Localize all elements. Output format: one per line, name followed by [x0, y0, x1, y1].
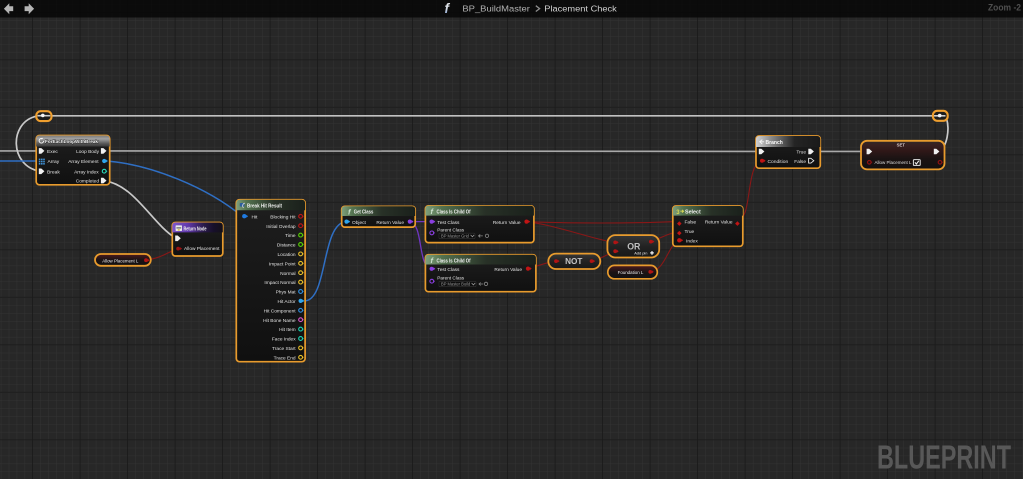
svg-text:Class Is Child Of: Class Is Child Of — [437, 258, 471, 264]
svg-text:Hit Component: Hit Component — [264, 308, 297, 314]
svg-text:SET: SET — [897, 142, 906, 147]
svg-text:Object: Object — [352, 220, 367, 226]
svg-text:Return Value: Return Value — [705, 220, 733, 226]
svg-text:Face Index: Face Index — [272, 337, 296, 343]
svg-text:Array: Array — [48, 159, 60, 165]
svg-text:False: False — [685, 220, 697, 226]
svg-text:Hit Actor: Hit Actor — [277, 299, 296, 305]
svg-text:Time: Time — [285, 233, 296, 239]
svg-text:NOT: NOT — [565, 257, 582, 266]
svg-text:BP_BuildMaster: BP_BuildMaster — [462, 4, 530, 13]
svg-text:Parent Class: Parent Class — [437, 228, 464, 233]
svg-text:Foundation L: Foundation L — [618, 270, 644, 275]
svg-text:Get Class: Get Class — [354, 210, 374, 216]
svg-text:Hit: Hit — [252, 214, 259, 220]
svg-text:Index: Index — [686, 239, 698, 245]
svg-text:Class Is Child Of: Class Is Child Of — [437, 209, 471, 215]
svg-text:Allow Placement L: Allow Placement L — [875, 160, 913, 165]
svg-text:Location: Location — [277, 252, 295, 258]
svg-text:Phys Mat: Phys Mat — [276, 290, 297, 296]
svg-text:Trace Start: Trace Start — [272, 346, 296, 352]
svg-text:Break: Break — [47, 169, 60, 175]
svg-text:Loop Body: Loop Body — [76, 149, 100, 155]
svg-text:Blocking Hit: Blocking Hit — [270, 214, 296, 220]
svg-text:True: True — [685, 229, 695, 235]
svg-text:Return Value: Return Value — [494, 267, 522, 273]
svg-text:Condition: Condition — [768, 159, 789, 165]
svg-text:Return Node: Return Node — [184, 226, 207, 232]
svg-text:Allow Placement L: Allow Placement L — [102, 258, 139, 263]
svg-text:False: False — [794, 159, 806, 165]
svg-text:Array Index: Array Index — [74, 169, 99, 175]
svg-text:Completed: Completed — [76, 179, 100, 185]
svg-text:Exec: Exec — [47, 149, 58, 155]
svg-text:Distance: Distance — [277, 243, 296, 249]
svg-text:Return Value: Return Value — [376, 220, 404, 226]
svg-text:Hit Bone Name: Hit Bone Name — [263, 318, 296, 324]
svg-text:Initial Overlap: Initial Overlap — [266, 224, 296, 230]
svg-text:Trace End: Trace End — [274, 355, 296, 361]
svg-text:Impact Point: Impact Point — [269, 261, 296, 267]
svg-text:BP Master Grid: BP Master Grid — [441, 234, 470, 239]
svg-text:Hit Item: Hit Item — [279, 327, 296, 333]
svg-text:Array Element: Array Element — [68, 159, 99, 165]
svg-text:Placement Check: Placement Check — [544, 4, 617, 13]
svg-text:Parent Class: Parent Class — [437, 275, 464, 280]
svg-text:BLUEPRINT: BLUEPRINT — [877, 439, 1011, 476]
svg-text:ForEachLoopWithBreak: ForEachLoopWithBreak — [45, 139, 98, 145]
svg-text:Add pin: Add pin — [634, 250, 647, 255]
svg-text:Test Class: Test Class — [437, 267, 460, 273]
svg-text:Return Value: Return Value — [493, 220, 521, 226]
svg-text:Impact Normal: Impact Normal — [264, 280, 295, 286]
svg-text:Test Class: Test Class — [437, 220, 460, 226]
svg-text:Select: Select — [685, 210, 701, 216]
svg-text:True: True — [796, 150, 806, 156]
svg-text:Break Hit Result: Break Hit Result — [247, 203, 282, 209]
svg-text:Branch: Branch — [766, 140, 784, 146]
svg-text:Normal: Normal — [280, 271, 295, 277]
svg-text:Allow Placement: Allow Placement — [184, 246, 220, 252]
svg-text:Zoom -2: Zoom -2 — [988, 3, 1021, 13]
svg-text:BP Master Build: BP Master Build — [441, 282, 471, 287]
